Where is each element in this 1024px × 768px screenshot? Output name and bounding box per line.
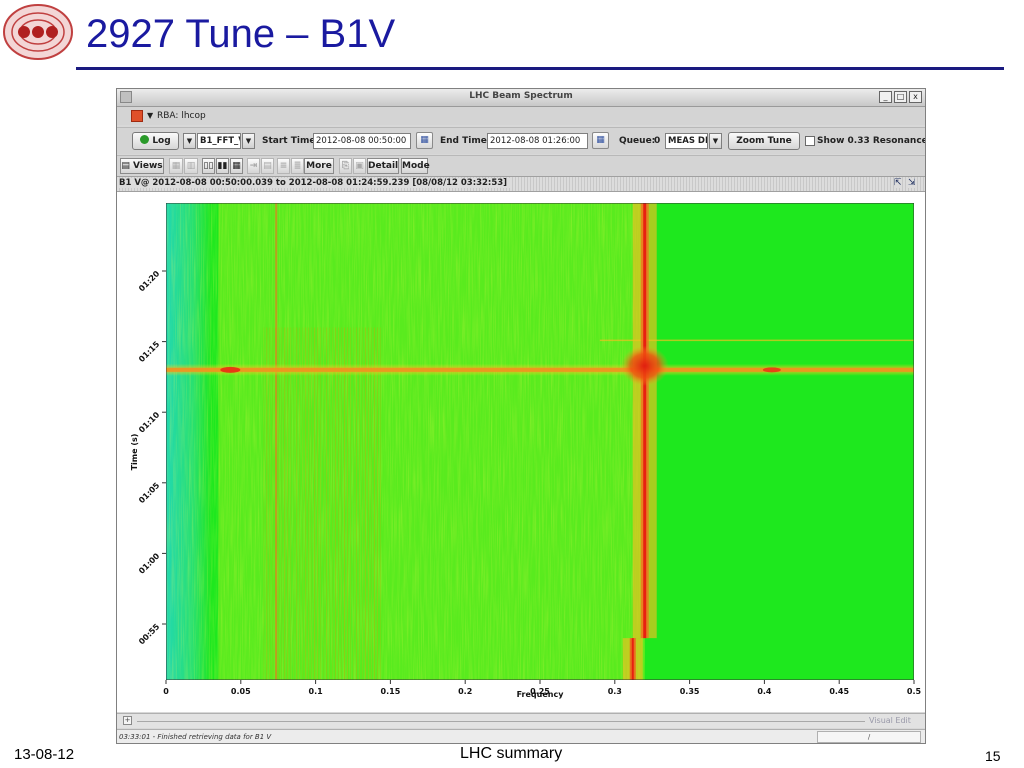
table-icon[interactable]: ≣ (291, 158, 304, 174)
y-tick-label: 01:10 (137, 410, 162, 435)
close-button[interactable]: x (909, 91, 922, 103)
list-icon[interactable]: ≡ (277, 158, 290, 174)
views-button[interactable]: ▤ Views (120, 158, 164, 174)
plot-header-text: B1 V@ 2012-08-08 00:50:00.039 to 2012-08… (119, 178, 512, 188)
x-tick-label: 0.5 (907, 687, 922, 696)
signal-select[interactable]: B1_FFT_V (197, 133, 241, 149)
x-tick-label: 0.4 (757, 687, 772, 696)
y-tick-label: 00:55 (137, 622, 162, 647)
window-title: LHC Beam Spectrum (469, 91, 573, 101)
log-dropdown-icon[interactable]: ▼ (183, 133, 196, 149)
query-toolbar: Log ▼ B1_FFT_V ▼ Start Time: 2012-08-08 … (117, 127, 925, 154)
y-tick-label: 01:15 (137, 339, 162, 364)
start-time-label: Start Time: (262, 136, 320, 146)
spectrogram-panel: 0 0.05 0.1 0.15 0.2 0.25 0.3 0.35 0.4 0.45 0.5 00:5… (117, 192, 925, 712)
footer-title: LHC summary (460, 745, 563, 762)
slide-title: 2927 Tune – B1V (86, 12, 396, 56)
plot-header-bar: B1 V@ 2012-08-08 00:50:00.039 to 2012-08… (117, 176, 925, 192)
cern-logo (3, 4, 73, 60)
log-button[interactable]: Log (132, 132, 179, 150)
x-tick-label: 0.35 (680, 687, 700, 696)
y-tick-label: 01:20 (137, 269, 162, 294)
visual-edit-label[interactable]: Visual Edit (869, 716, 911, 725)
maximize-button[interactable]: □ (894, 91, 907, 103)
queue-label: Queue: (619, 136, 656, 146)
mode-button[interactable]: Mode (401, 158, 430, 174)
rba-dropdown-icon[interactable]: ▼ (147, 111, 153, 120)
detail-button[interactable]: Detail (367, 158, 399, 174)
lhc-beam-spectrum-window: LHC Beam Spectrum _ □ x ▼ RBA: lhcop Log… (116, 88, 926, 744)
title-divider (76, 67, 1004, 70)
x-tick-label: 0.15 (381, 687, 401, 696)
rba-bar: ▼ RBA: lhcop (117, 107, 925, 125)
more-button[interactable]: More (304, 158, 334, 174)
show-resonance-checkbox[interactable] (805, 136, 815, 146)
footer-date: 13-08-12 (14, 746, 75, 763)
y-axis-title: Time (s) (130, 434, 139, 471)
play-icon (140, 135, 150, 144)
export-icon[interactable]: ⇥ (247, 158, 260, 174)
print-icon[interactable]: ▤ (261, 158, 274, 174)
status-message: 03:33:01 - Finished retrieving data for … (119, 733, 272, 741)
status-bar: 03:33:01 - Finished retrieving data for … (117, 729, 925, 743)
source-dropdown-icon[interactable]: ▼ (709, 133, 722, 149)
x-axis-title: Frequency (517, 690, 565, 699)
x-tick-label: 0.1 (309, 687, 324, 696)
views-icon: ▤ (121, 161, 130, 171)
layout-split-icon[interactable]: ▥ (184, 158, 198, 174)
x-tick-label: 0.45 (829, 687, 849, 696)
undock-icon[interactable]: ⇲ (908, 178, 916, 188)
rba-status-icon[interactable] (131, 110, 143, 122)
y-tick-label: 01:00 (137, 551, 162, 576)
x-tick-label: 0.2 (458, 687, 472, 696)
x-tick-label: 0 (163, 687, 169, 696)
layout-2-icon[interactable]: ▯▯ (202, 158, 215, 174)
layout-grid-icon[interactable]: ▦ (169, 158, 183, 174)
show-resonance-label: Show 0.33 Resonance (817, 136, 926, 146)
end-time-input[interactable]: 2012-08-08 01:26:00 (487, 133, 588, 149)
x-tick-label: 0.05 (231, 687, 251, 696)
dock-icon[interactable]: ⇱ (894, 178, 902, 188)
copy-icon[interactable]: ⎘ (339, 158, 352, 174)
page-number: 15 (985, 748, 1001, 764)
strip-divider (137, 721, 865, 722)
layout-4-icon[interactable]: ▦ (230, 158, 243, 174)
expand-icon[interactable]: + (123, 716, 132, 725)
status-button[interactable]: / (817, 731, 921, 743)
signal-dropdown-icon[interactable]: ▼ (242, 133, 255, 149)
start-calendar-icon[interactable]: ▦ (416, 132, 433, 149)
source-select[interactable]: MEAS DB (665, 133, 708, 149)
rba-user-label: RBA: lhcop (157, 111, 206, 121)
end-calendar-icon[interactable]: ▦ (592, 132, 609, 149)
x-tick-label: 0.3 (608, 687, 622, 696)
visual-edit-strip: + Visual Edit (117, 713, 925, 728)
window-titlebar[interactable]: LHC Beam Spectrum _ □ x (117, 89, 925, 107)
minimize-button[interactable]: _ (879, 91, 892, 103)
view-toolbar: ▤ Views ▦ ▥ ▯▯ ▮▮ ▦ ⇥ ▤ ≡ ≣ More ⎘ ▣ Det… (117, 155, 925, 176)
start-time-input[interactable]: 2012-08-08 00:50:00 (313, 133, 411, 149)
end-time-label: End Time: (440, 136, 491, 146)
save-icon[interactable]: ▣ (353, 158, 366, 174)
queue-count: 0 (654, 136, 661, 146)
y-tick-label: 01:05 (137, 481, 162, 506)
zoom-tune-button[interactable]: Zoom Tune (728, 132, 800, 150)
layout-3-icon[interactable]: ▮▮ (216, 158, 229, 174)
spectrogram-axes: 0 0.05 0.1 0.15 0.2 0.25 0.3 0.35 0.4 0.45 0.500:5… (130, 269, 922, 699)
